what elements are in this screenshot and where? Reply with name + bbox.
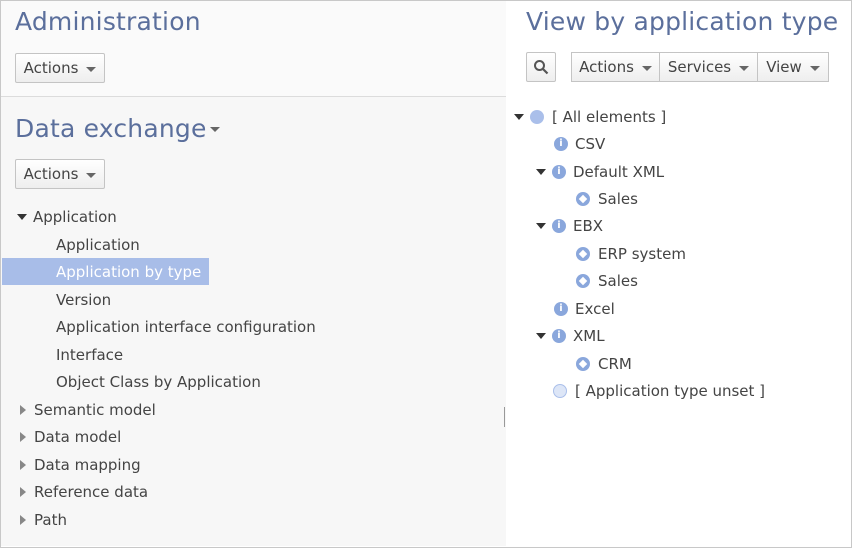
nav-item-interface[interactable]: Interface <box>56 342 123 368</box>
expanded-triangle-icon[interactable] <box>514 114 524 120</box>
tree-node-label: Excel <box>575 300 615 318</box>
info-node-icon: i <box>552 165 566 179</box>
tree-node-label: Sales <box>598 190 638 208</box>
tree-node-label: EBX <box>573 217 604 235</box>
info-node-icon: i <box>554 137 568 151</box>
nav-group-label: Path <box>34 511 67 529</box>
collapsed-triangle-icon[interactable] <box>20 487 26 497</box>
tree-node-ebx-sales[interactable]: Sales <box>576 269 638 293</box>
view-actions-label: Actions <box>579 58 634 76</box>
nav-item-label: Interface <box>56 346 124 364</box>
tree-node-label: [ Application type unset ] <box>575 382 766 400</box>
nav-item-object-class-by-application[interactable]: Object Class by Application <box>56 369 261 395</box>
view-toolbar: Actions Services View <box>571 52 829 82</box>
nav-group-path[interactable]: Path <box>20 507 67 533</box>
tree-node-label: XML <box>573 327 605 345</box>
tree-node-default-xml[interactable]: i Default XML <box>536 160 664 184</box>
services-button[interactable]: Services <box>660 52 758 82</box>
view-menu-button[interactable]: View <box>758 52 829 82</box>
nav-group-label: Data mapping <box>34 456 141 474</box>
nav-group-data-model[interactable]: Data model <box>20 424 121 450</box>
circle-node-icon <box>530 110 544 124</box>
nav-item-version[interactable]: Version <box>56 287 111 313</box>
tree-node-ebx-erp-system[interactable]: ERP system <box>576 242 686 266</box>
collapsed-triangle-icon[interactable] <box>20 405 26 415</box>
tree-node-label: CSV <box>575 135 606 153</box>
chevron-down-icon <box>641 65 652 71</box>
nav-item-application[interactable]: Application <box>56 232 140 258</box>
chevron-down-icon <box>809 65 820 71</box>
collapsed-triangle-icon[interactable] <box>20 515 26 525</box>
circle-node-icon <box>553 384 567 398</box>
right-panel: View by application type Actions Service… <box>507 1 850 546</box>
info-node-icon: i <box>552 329 566 343</box>
tree-node-application-type-unset[interactable]: [ Application type unset ] <box>553 379 765 403</box>
nav-item-application-by-type[interactable]: Application by type <box>56 259 201 285</box>
view-title: View by application type <box>526 7 839 36</box>
left-panel: Administration Actions Data exchange Act… <box>1 1 508 546</box>
tree-node-label: Default XML <box>573 163 665 181</box>
nav-group-application-label: Application <box>33 208 117 226</box>
section-divider <box>1 96 506 97</box>
diamond-node-icon <box>576 357 590 371</box>
tree-node-label: CRM <box>598 355 632 373</box>
nav-group-reference-data[interactable]: Reference data <box>20 479 148 505</box>
nav-group-label: Data model <box>34 428 122 446</box>
view-menu-label: View <box>766 58 802 76</box>
nav-item-label: Application <box>56 236 140 254</box>
nav-item-label: Version <box>56 291 112 309</box>
administration-title: Administration <box>15 7 201 36</box>
nav-item-application-interface-configuration[interactable]: Application interface configuration <box>56 314 316 340</box>
nav-group-label: Reference data <box>34 483 149 501</box>
tree-node-ebx[interactable]: i EBX <box>536 214 603 238</box>
tree-node-label: [ All elements ] <box>552 108 667 126</box>
chevron-down-icon <box>86 66 97 72</box>
info-node-icon: i <box>554 302 568 316</box>
nav-item-label: Application by type <box>56 263 202 281</box>
administration-actions-label: Actions <box>23 59 79 77</box>
nav-group-application[interactable]: Application <box>17 204 117 230</box>
data-exchange-title: Data exchange <box>15 114 207 143</box>
expanded-triangle-icon[interactable] <box>536 223 546 229</box>
tree-node-default-xml-sales[interactable]: Sales <box>576 187 638 211</box>
nav-group-semantic-model[interactable]: Semantic model <box>20 397 156 423</box>
expanded-triangle-icon[interactable] <box>536 333 546 339</box>
tree-node-excel[interactable]: i Excel <box>554 297 615 321</box>
collapsed-triangle-icon[interactable] <box>20 460 26 470</box>
tree-node-csv[interactable]: i CSV <box>554 132 605 156</box>
tree-node-xml-crm[interactable]: CRM <box>576 352 632 376</box>
diamond-node-icon <box>576 274 590 288</box>
diamond-node-icon <box>576 192 590 206</box>
data-exchange-actions-button[interactable]: Actions <box>15 159 105 189</box>
view-actions-button[interactable]: Actions <box>571 52 660 82</box>
expanded-triangle-icon[interactable] <box>17 214 27 220</box>
tree-node-xml[interactable]: i XML <box>536 324 605 348</box>
tree-node-all-elements[interactable]: [ All elements ] <box>514 105 666 129</box>
data-exchange-actions-label: Actions <box>23 165 79 183</box>
chevron-down-icon <box>739 65 750 71</box>
tree-node-label: Sales <box>598 272 638 290</box>
search-button[interactable] <box>526 52 556 82</box>
nav-group-label: Semantic model <box>34 401 156 419</box>
administration-actions-button[interactable]: Actions <box>15 53 105 83</box>
tree-node-label: ERP system <box>598 245 686 263</box>
search-icon <box>534 60 549 75</box>
nav-item-label: Object Class by Application <box>56 373 261 391</box>
chevron-down-icon <box>86 172 97 178</box>
nav-item-label: Application interface configuration <box>56 318 316 336</box>
diamond-node-icon <box>576 247 590 261</box>
expanded-triangle-icon[interactable] <box>536 169 546 175</box>
data-exchange-menu-chevron-icon[interactable] <box>210 127 220 132</box>
collapsed-triangle-icon[interactable] <box>20 432 26 442</box>
nav-group-data-mapping[interactable]: Data mapping <box>20 452 141 478</box>
services-label: Services <box>667 58 732 76</box>
info-node-icon: i <box>552 219 566 233</box>
